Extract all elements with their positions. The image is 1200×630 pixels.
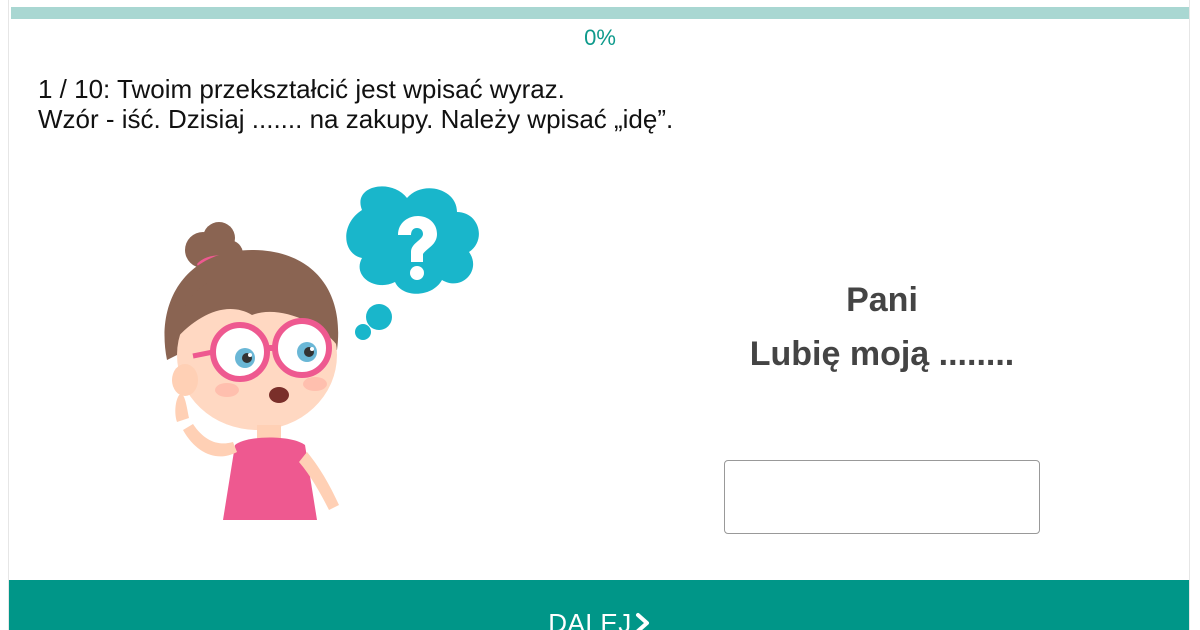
chevron-right-icon xyxy=(635,613,649,630)
progress-bar xyxy=(11,7,1189,19)
question-word: Pani xyxy=(846,281,918,319)
question-mark-icon xyxy=(346,186,479,340)
instructions-line-1: 1 / 10: Twoim przekształcić jest wpisać … xyxy=(38,74,565,104)
instructions: 1 / 10: Twoim przekształcić jest wpisać … xyxy=(38,74,673,134)
progress-percent: 0% xyxy=(584,25,616,50)
quiz-card: 0% 1 / 10: Twoim przekształcić jest wpis… xyxy=(8,0,1190,630)
instructions-line-2: Wzór - iść. Dzisiaj ....... na zakupy. N… xyxy=(38,104,674,134)
next-button-label: DALEJ xyxy=(548,608,632,630)
thinking-girl-illustration xyxy=(164,186,479,520)
answer-input[interactable] xyxy=(724,460,1040,534)
question-sentence: Lubię moją ........ xyxy=(749,335,1015,373)
next-button[interactable]: DALEJ xyxy=(9,580,1189,630)
next-button-label-wrap: DALEJ xyxy=(548,608,651,630)
